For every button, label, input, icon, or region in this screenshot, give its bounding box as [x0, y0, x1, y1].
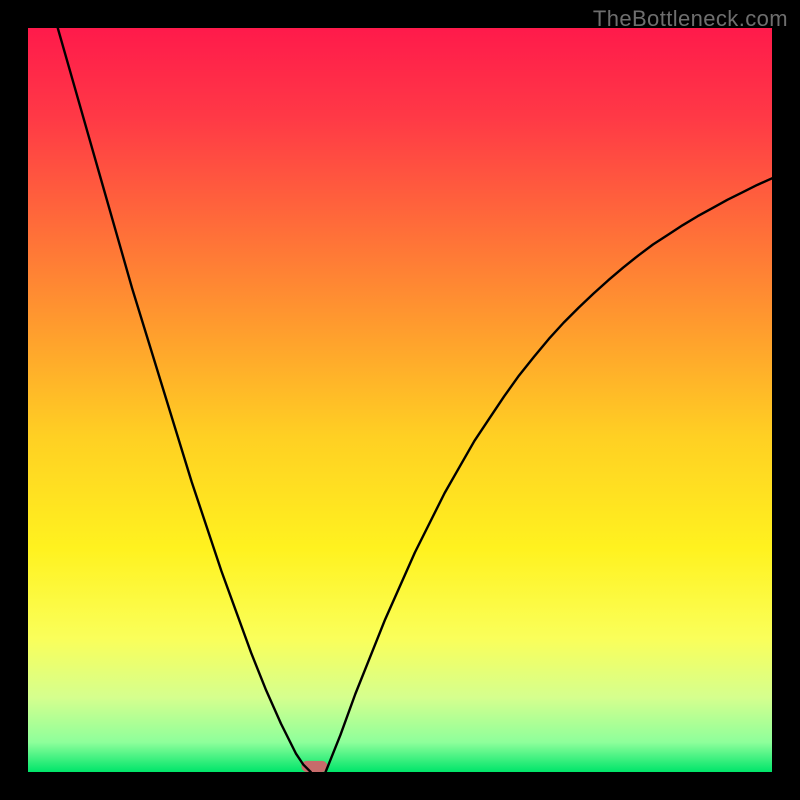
plot-svg	[28, 28, 772, 772]
gradient-background	[28, 28, 772, 772]
chart-container: TheBottleneck.com	[0, 0, 800, 800]
plot-area	[28, 28, 772, 772]
